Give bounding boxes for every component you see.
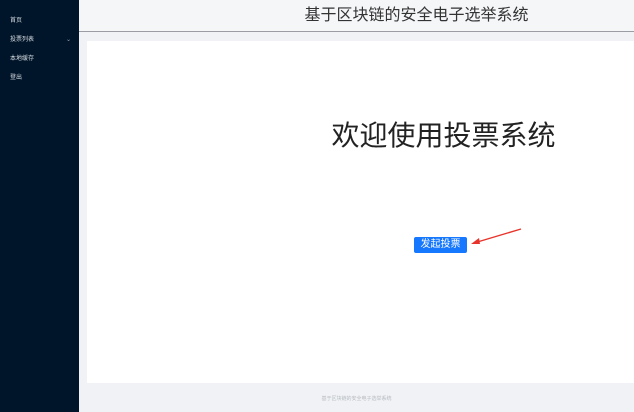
sidebar-item-label: 本地缓存 xyxy=(10,55,35,62)
footer-text: 基于区块链的安全电子选举系统 xyxy=(321,396,392,402)
sidebar-item-label: 首页 xyxy=(10,17,23,24)
sidebar-item-logout[interactable]: 登出 xyxy=(0,69,79,87)
main-content: 欢迎使用投票系统 发起投票 xyxy=(87,41,634,383)
sidebar-item-vote-list[interactable]: 投票列表 ⌄ xyxy=(0,31,79,49)
sidebar: 首页 投票列表 ⌄ 本地缓存 登出 xyxy=(0,0,79,412)
sidebar-item-label: 投票列表 xyxy=(10,36,35,43)
arrow-head xyxy=(471,238,480,244)
start-vote-button[interactable]: 发起投票 xyxy=(414,237,467,253)
chevron-down-icon: ⌄ xyxy=(65,36,71,43)
page-title: 基于区块链的安全电子选举系统 xyxy=(304,5,529,24)
sidebar-item-local-cache[interactable]: 本地缓存 xyxy=(0,50,79,68)
sidebar-item-home[interactable]: 首页 xyxy=(0,12,79,30)
page-header: 基于区块链的安全电子选举系统 xyxy=(79,0,634,32)
app-root: 首页 投票列表 ⌄ 本地缓存 登出 基于区块链的安全电子选举系统 欢迎使用投票系… xyxy=(0,0,634,412)
annotation-arrow-icon xyxy=(471,228,522,244)
sidebar-item-label: 登出 xyxy=(10,74,23,81)
arrow-shaft xyxy=(473,228,522,244)
welcome-heading: 欢迎使用投票系统 xyxy=(331,119,556,152)
